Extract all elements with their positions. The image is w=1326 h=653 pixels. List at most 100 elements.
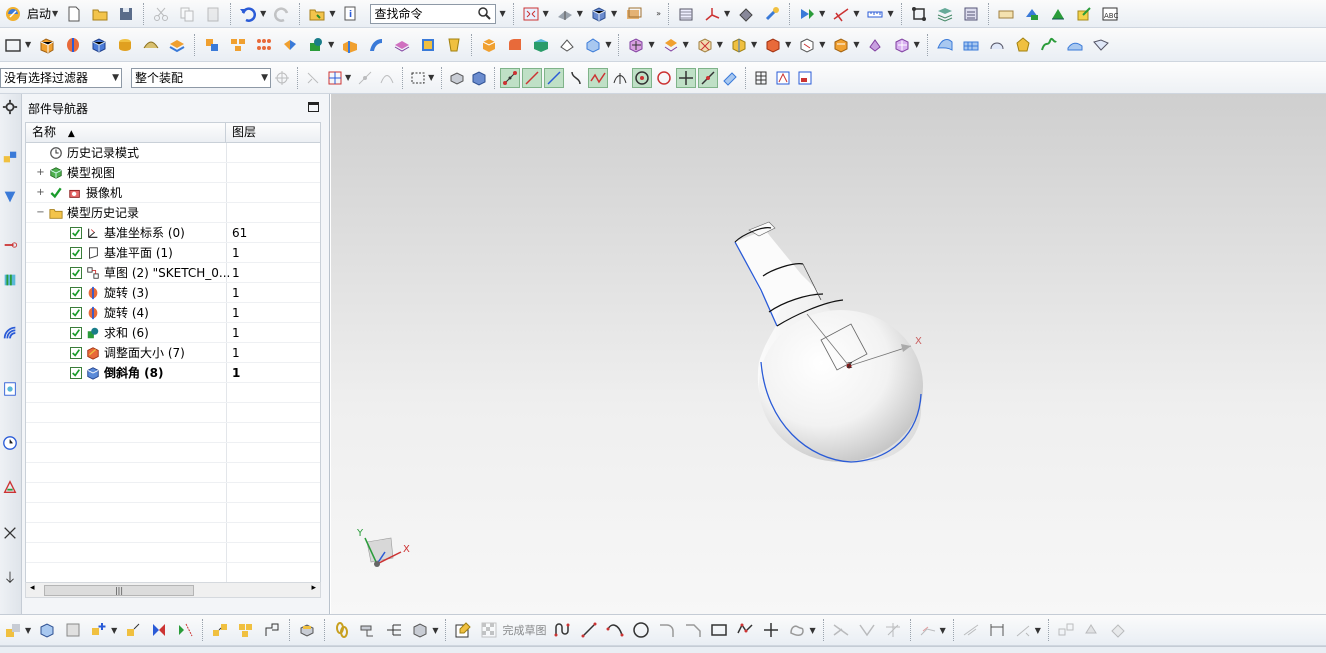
chevron-down-icon[interactable]: ▼: [853, 9, 859, 18]
studio-surface-icon[interactable]: [934, 34, 956, 56]
component-wire-icon[interactable]: [62, 619, 84, 641]
horizontal-scrollbar[interactable]: ◂ ||| ▸: [25, 582, 321, 598]
fillet-icon[interactable]: [656, 619, 678, 641]
reuse-library-icon[interactable]: [0, 269, 20, 291]
chevron-down-icon[interactable]: ▼: [785, 40, 791, 49]
expand-icon[interactable]: +: [36, 167, 45, 178]
settings-gear-icon[interactable]: [0, 96, 20, 118]
offset-region-icon[interactable]: [417, 34, 439, 56]
feature-checkbox[interactable]: [70, 267, 82, 279]
tree-row[interactable]: 基准平面 (1) 1: [26, 243, 320, 263]
fit-view-icon[interactable]: [520, 3, 542, 25]
tree-row[interactable]: + 模型视图: [26, 163, 320, 183]
pattern-icon[interactable]: [227, 34, 249, 56]
part-navigator-icon[interactable]: [0, 234, 20, 256]
save-icon[interactable]: [115, 3, 137, 25]
feature-checkbox[interactable]: [70, 327, 82, 339]
redo-icon[interactable]: [271, 3, 293, 25]
tree-row[interactable]: + 摄像机: [26, 183, 320, 203]
rectangle-icon[interactable]: [708, 619, 730, 641]
chevron-down-icon[interactable]: ▼: [914, 40, 920, 49]
roles-icon[interactable]: [0, 566, 20, 588]
chevron-down-icon[interactable]: ▼: [329, 9, 335, 18]
orient-view-icon[interactable]: [588, 3, 610, 25]
select-face-icon[interactable]: [325, 68, 345, 88]
chevron-down-icon[interactable]: ▼: [751, 40, 757, 49]
polygon-icon[interactable]: [734, 619, 756, 641]
snap-curve-icon[interactable]: [566, 68, 586, 88]
offset-face-icon[interactable]: [166, 34, 188, 56]
wave-link-icon[interactable]: [261, 619, 283, 641]
surface-grid-icon[interactable]: [530, 34, 552, 56]
offset-curve-icon[interactable]: [917, 619, 939, 641]
collapse-icon[interactable]: −: [36, 207, 45, 218]
bulb-model[interactable]: [734, 221, 923, 463]
snap-icon[interactable]: [735, 3, 757, 25]
chevron-down-icon[interactable]: ▼: [853, 40, 859, 49]
rectangle-select-icon[interactable]: [408, 68, 428, 88]
n-sided-icon[interactable]: [1012, 34, 1034, 56]
make-corner-icon[interactable]: [882, 619, 904, 641]
layers-icon[interactable]: [934, 3, 956, 25]
spline-icon[interactable]: [786, 619, 808, 641]
chevron-down-icon[interactable]: ▼: [543, 9, 549, 18]
edge-blend-icon[interactable]: [504, 34, 526, 56]
component-icon[interactable]: [36, 619, 58, 641]
inspect-icon[interactable]: [357, 619, 379, 641]
hole-icon[interactable]: [305, 34, 327, 56]
extension-sheet-icon[interactable]: [1090, 34, 1112, 56]
finish-sketch-label[interactable]: 完成草图: [502, 622, 546, 638]
feature-checkbox[interactable]: [70, 227, 82, 239]
show-constraints-icon[interactable]: [1012, 619, 1034, 641]
thicken-icon[interactable]: [391, 34, 413, 56]
copy-icon[interactable]: [176, 3, 198, 25]
select-body-icon[interactable]: [447, 68, 467, 88]
snap-existing-point-icon[interactable]: [676, 67, 697, 88]
feature-checkbox[interactable]: [70, 307, 82, 319]
delete-face-icon[interactable]: [694, 34, 716, 56]
exploded-view-icon[interactable]: [209, 619, 231, 641]
trim-body-icon[interactable]: [339, 34, 361, 56]
tree-row[interactable]: 旋转 (4) 1: [26, 303, 320, 323]
workview-select-icon[interactable]: [795, 68, 815, 88]
add-component-icon[interactable]: [88, 619, 110, 641]
sync-modeling-icon[interactable]: [625, 34, 647, 56]
scroll-left-icon[interactable]: ◂: [30, 583, 35, 593]
select-feature-icon[interactable]: [303, 68, 323, 88]
paste-icon[interactable]: [202, 3, 224, 25]
assembly-load-icon[interactable]: [2, 619, 24, 641]
circle-icon[interactable]: [630, 619, 652, 641]
block-icon[interactable]: [88, 34, 110, 56]
feature-checkbox[interactable]: [70, 367, 82, 379]
snap-intersection-icon[interactable]: [588, 67, 609, 88]
tree-row[interactable]: 倒斜角 (8) 1: [26, 363, 320, 383]
mirror-feature-icon[interactable]: [279, 34, 301, 56]
expand-icon[interactable]: +: [36, 187, 45, 198]
snap-control-point-icon[interactable]: [544, 67, 565, 88]
mesh-select-icon[interactable]: [751, 68, 771, 88]
snap-quadrant-icon[interactable]: [654, 68, 674, 88]
transform-icon[interactable]: [1047, 3, 1069, 25]
chevron-down-icon[interactable]: ▼: [577, 9, 583, 18]
history-clock-icon[interactable]: [0, 432, 20, 454]
tree-row[interactable]: 调整面大小 (7) 1: [26, 343, 320, 363]
column-header-name[interactable]: 名称 ▲: [26, 123, 226, 143]
alternate-solution-icon[interactable]: [1107, 619, 1129, 641]
system-materials-icon[interactable]: [0, 476, 20, 498]
linked-face-icon[interactable]: [891, 34, 913, 56]
select-mode-icon[interactable]: [796, 3, 818, 25]
tree-row[interactable]: − 模型历史记录: [26, 203, 320, 223]
chevron-down-icon[interactable]: ▼: [25, 626, 31, 635]
snap-midpoint-icon[interactable]: [522, 67, 543, 88]
chevron-down-icon[interactable]: ▼: [605, 40, 611, 49]
view-select-icon[interactable]: [773, 68, 793, 88]
pmi-icon[interactable]: [995, 3, 1017, 25]
through-curves-icon[interactable]: [960, 34, 982, 56]
general-filter-icon[interactable]: [272, 68, 292, 88]
chevron-down-icon[interactable]: ▼: [52, 9, 58, 18]
new-file-icon[interactable]: [63, 3, 85, 25]
chevron-down-icon[interactable]: ▼: [819, 9, 825, 18]
snap-point-on-curve-icon[interactable]: [698, 67, 719, 88]
swept-icon[interactable]: [365, 34, 387, 56]
auto-constrain-icon[interactable]: [1055, 619, 1077, 641]
